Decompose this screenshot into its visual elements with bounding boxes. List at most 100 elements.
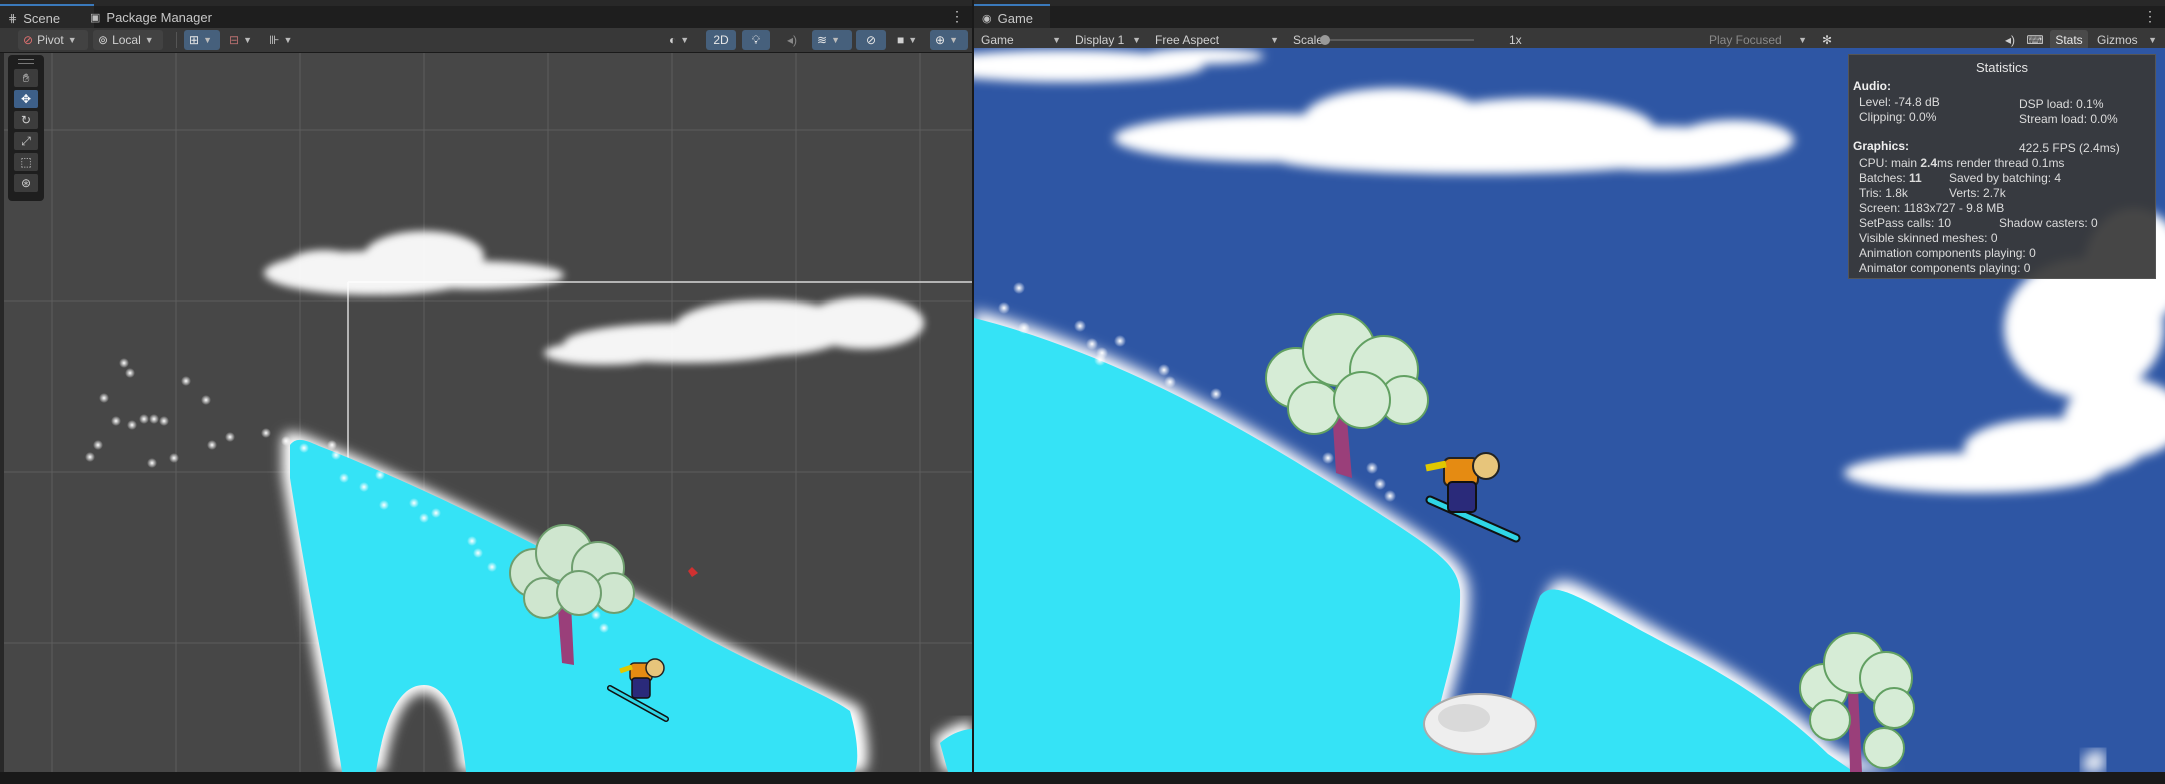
tab-game[interactable]: ◉ Game bbox=[974, 4, 1050, 30]
stats-tris: Tris: 1.8k bbox=[1859, 186, 1908, 200]
stats-cpu: CPU: main 2.4ms render thread 0.1ms bbox=[1859, 156, 2064, 170]
scene-tabbar: ⋕ Scene ▣ Package Manager ⋮ bbox=[0, 4, 972, 30]
stats-level: Level: -74.8 dB bbox=[1859, 95, 1940, 109]
scale-icon: ⤢ bbox=[21, 133, 31, 148]
game-snow-slope bbox=[974, 310, 2104, 772]
scene-visibility-toggle[interactable]: ⊘ bbox=[856, 30, 886, 50]
gizmos-toggle[interactable]: ⊕ ▼ bbox=[930, 30, 968, 50]
scene-menu-icon[interactable]: ⋮ bbox=[950, 8, 964, 25]
grid-snap-icon: ⊞ bbox=[189, 33, 200, 47]
gizmos-dropdown[interactable]: Gizmos ▼ bbox=[2092, 30, 2162, 50]
stats-batches: Batches: 11 bbox=[1859, 171, 1922, 185]
scale-slider[interactable] bbox=[1320, 35, 1474, 45]
shortcuts-toggle[interactable]: ⌨ bbox=[2024, 30, 2046, 50]
chevron-down-icon: ▼ bbox=[908, 35, 918, 45]
chevron-down-icon: ▼ bbox=[1798, 35, 1807, 45]
pivot-icon: ⊘ bbox=[23, 33, 34, 47]
keyboard-icon: ⌨ bbox=[2026, 33, 2044, 47]
palette-grip[interactable] bbox=[18, 59, 34, 64]
speaker-icon: ◂) bbox=[2004, 33, 2016, 47]
chevron-down-icon: ▼ bbox=[831, 35, 840, 45]
stats-fps: 422.5 FPS (2.4ms) bbox=[2019, 141, 2120, 155]
scale-slider-thumb[interactable] bbox=[1320, 35, 1330, 45]
bug-icon: ✻ bbox=[1821, 33, 1833, 47]
stats-graphics-header: Graphics: bbox=[1853, 139, 1910, 153]
tool-palette: ✋︎ ✥ ↻ ⤢ ⬚ ⊛ bbox=[8, 55, 44, 201]
scene-canvas bbox=[4, 53, 972, 772]
stats-setpass: SetPass calls: 10 bbox=[1859, 216, 1952, 230]
scene-viewport[interactable]: ✋︎ ✥ ↻ ⤢ ⬚ ⊛ bbox=[4, 53, 972, 772]
effects-toggle[interactable]: ≋ ▼ bbox=[812, 30, 852, 50]
move-tool-button[interactable]: ✥ bbox=[14, 90, 38, 108]
shading-sphere-icon: ◐ bbox=[669, 33, 677, 47]
display-dropdown[interactable]: Display 1 ▼ bbox=[1070, 30, 1146, 50]
pivot-dropdown[interactable]: ⊘ Pivot ▼ bbox=[18, 30, 88, 50]
stats-cpu-prefix: CPU: main bbox=[1859, 156, 1921, 170]
hand-tool-button[interactable]: ✋︎ bbox=[14, 69, 38, 87]
tab-package-manager-label: Package Manager bbox=[106, 9, 212, 25]
camera-settings-button[interactable]: ■ ▼ bbox=[892, 30, 926, 50]
stats-cpu-main: 2.4 bbox=[1920, 156, 1938, 170]
stats-animation: Animation components playing: 0 bbox=[1859, 246, 2036, 260]
scene-toolbar: ⊘ Pivot ▼ ⊚ Local ▼ ⊞ ▼ ⊟ ▼ ⊪ ▼ ◐ ▼ 2D 💡︎ ◂) bbox=[0, 28, 972, 53]
play-mode-label: Play Focused bbox=[1709, 33, 1782, 47]
toolbar-separator bbox=[176, 32, 177, 48]
stats-saved: Saved by batching: 4 bbox=[1949, 171, 2062, 185]
debug-button[interactable]: ✻ bbox=[1816, 30, 1838, 50]
shading-mode-button[interactable]: ◐ ▼ bbox=[664, 30, 702, 50]
tab-scene-label: Scene bbox=[23, 10, 61, 26]
scale-label: Scale bbox=[1293, 33, 1324, 47]
game-tabbar: ◉ Game ⋮ bbox=[974, 4, 2165, 30]
audio-toggle[interactable]: ◂) bbox=[778, 30, 806, 50]
rotate-icon: ↻ bbox=[20, 113, 32, 127]
eye-slash-icon: ⊘ bbox=[865, 33, 877, 47]
gizmos-label: Gizmos bbox=[2097, 33, 2138, 47]
stats-batches-prefix: Batches: bbox=[1859, 171, 1910, 185]
stats-stream: Stream load: 0.0% bbox=[2019, 112, 2118, 126]
increment-snap-button[interactable]: ⊟ ▼ bbox=[224, 30, 260, 50]
stats-title: Statistics bbox=[1975, 60, 2028, 75]
chevron-down-icon: ▼ bbox=[203, 35, 212, 45]
mute-audio-toggle[interactable]: ◂) bbox=[1999, 30, 2021, 50]
grid-snap-button[interactable]: ⊞ ▼ bbox=[184, 30, 220, 50]
transform-tool-button[interactable]: ⊛ bbox=[14, 174, 38, 192]
globe-icon: ⊕ bbox=[935, 33, 946, 47]
gizmo-tools-button[interactable]: ⊪ ▼ bbox=[264, 30, 304, 50]
mode-2d-label: 2D bbox=[713, 33, 729, 47]
chevron-down-icon: ▼ bbox=[283, 35, 293, 45]
display-label: Display 1 bbox=[1075, 33, 1125, 47]
scale-value: 1x bbox=[1509, 33, 1522, 47]
mode-2d-toggle[interactable]: 2D bbox=[706, 30, 736, 50]
stats-audio-header: Audio: bbox=[1853, 79, 1891, 93]
chevron-down-icon: ▼ bbox=[680, 35, 690, 45]
chevron-down-icon: ▼ bbox=[1052, 35, 1061, 45]
game-view-dropdown[interactable]: Game ▼ bbox=[976, 30, 1066, 50]
scale-tool-button[interactable]: ⤢ bbox=[14, 132, 38, 150]
lighting-toggle[interactable]: 💡︎ bbox=[742, 30, 770, 50]
game-rock bbox=[1423, 693, 1537, 755]
rect-icon: ⬚ bbox=[20, 155, 32, 169]
scene-marker bbox=[688, 567, 698, 577]
aspect-label: Free Aspect bbox=[1155, 33, 1220, 47]
game-menu-icon[interactable]: ⋮ bbox=[2143, 8, 2157, 25]
stats-toggle[interactable]: Stats bbox=[2050, 30, 2088, 50]
game-view-label: Game bbox=[981, 33, 1014, 47]
local-dropdown[interactable]: ⊚ Local ▼ bbox=[93, 30, 163, 50]
game-panel: ◉ Game ⋮ Game ▼ Display 1 ▼ Free Aspect … bbox=[974, 0, 2165, 772]
gamepad-icon: ◉ bbox=[982, 12, 992, 25]
stats-clipping: Clipping: 0.0% bbox=[1859, 110, 1937, 124]
play-mode-dropdown[interactable]: Play Focused ▼ bbox=[1704, 30, 1812, 50]
tab-package-manager[interactable]: ▣ Package Manager bbox=[82, 6, 220, 28]
rotate-tool-button[interactable]: ↻ bbox=[14, 111, 38, 129]
tab-scene[interactable]: ⋕ Scene bbox=[0, 4, 94, 30]
statistics-overlay: Statistics Audio: Level: -74.8 dB DSP lo… bbox=[1848, 54, 2156, 279]
local-icon: ⊚ bbox=[98, 33, 109, 47]
lightbulb-icon: 💡︎ bbox=[751, 32, 761, 47]
chevron-down-icon: ▼ bbox=[1132, 35, 1141, 45]
aspect-dropdown[interactable]: Free Aspect ▼ bbox=[1150, 30, 1284, 50]
rect-tool-button[interactable]: ⬚ bbox=[14, 153, 38, 171]
chevron-down-icon: ▼ bbox=[243, 35, 252, 45]
game-viewport[interactable]: Statistics Audio: Level: -74.8 dB DSP lo… bbox=[974, 48, 2165, 772]
package-icon: ▣ bbox=[90, 11, 101, 24]
transform-icon: ⊛ bbox=[20, 176, 32, 190]
